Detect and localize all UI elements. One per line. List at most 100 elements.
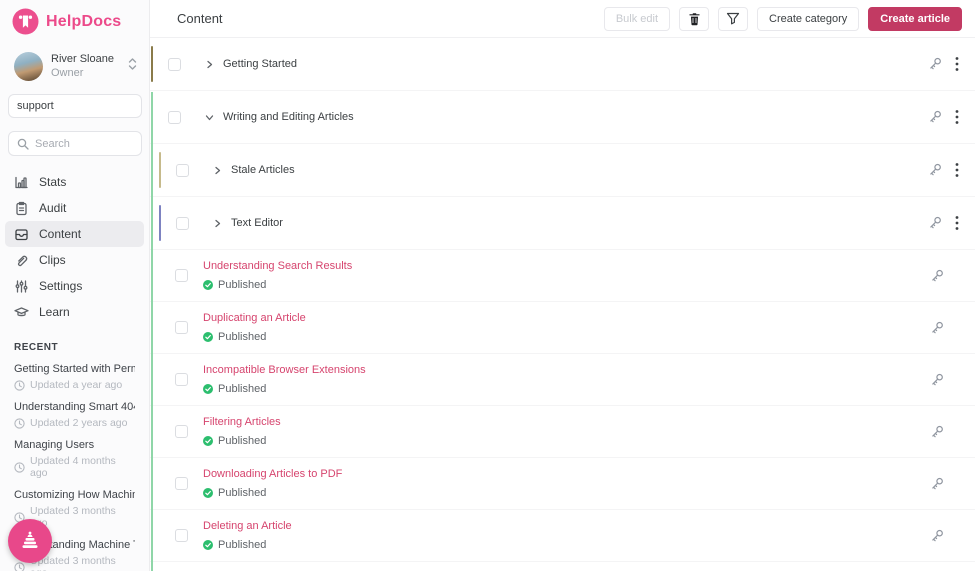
status-badge: Published — [203, 539, 292, 551]
row-checkbox[interactable] — [175, 529, 188, 542]
article-title-link[interactable]: Incompatible Browser Extensions — [203, 364, 366, 376]
row-checkbox[interactable] — [175, 269, 188, 282]
filter-button[interactable] — [718, 6, 749, 31]
sidebar-item-label: Audit — [39, 201, 67, 215]
article-row: Duplicating an Article Published — [150, 302, 975, 354]
kebab-menu-icon[interactable] — [955, 215, 959, 231]
sidebar-item-label: Clips — [39, 253, 66, 267]
key-icon[interactable] — [927, 56, 943, 72]
category-row: Writing and Editing Articles — [150, 91, 975, 144]
delete-button[interactable] — [679, 6, 710, 31]
check-circle-icon — [203, 540, 213, 550]
chevron-up-down-icon[interactable] — [128, 57, 137, 76]
recent-updated-text: Updated 2 years ago — [30, 417, 128, 429]
create-category-button[interactable]: Create category — [757, 6, 860, 31]
help-widget-button[interactable] — [8, 519, 52, 563]
check-circle-icon — [203, 332, 213, 342]
sidebar-item-settings[interactable]: Settings — [5, 273, 144, 299]
recent-article-title[interactable]: Getting Started with Permissi... — [14, 363, 135, 375]
status-badge: Published — [203, 279, 352, 291]
sidebar-item-learn[interactable]: Learn — [5, 299, 144, 325]
helpdocs-app: HelpDocs River Sloane Owner support Sear… — [0, 0, 975, 571]
clock-icon — [14, 417, 25, 429]
recent-updated-text: Updated a year ago — [30, 379, 123, 391]
status-text: Published — [218, 383, 267, 395]
row-checkbox[interactable] — [175, 425, 188, 438]
key-icon[interactable] — [927, 215, 943, 231]
article-title-link[interactable]: Duplicating an Article — [203, 312, 306, 324]
category-row: Text Editor — [150, 197, 975, 250]
chevron-down-icon[interactable] — [205, 113, 214, 122]
key-icon[interactable] — [927, 162, 943, 178]
key-icon[interactable] — [929, 424, 945, 440]
recent-item[interactable]: Understanding Smart 404 Pa... Updated 2 … — [0, 397, 149, 435]
check-circle-icon — [203, 384, 213, 394]
status-badge: Published — [203, 435, 281, 447]
chevron-right-icon[interactable] — [213, 166, 222, 175]
recent-article-title[interactable]: Understanding Smart 404 Pa... — [14, 401, 135, 413]
key-icon[interactable] — [929, 268, 945, 284]
status-text: Published — [218, 279, 267, 291]
kebab-menu-icon[interactable] — [955, 56, 959, 72]
paperclip-icon — [14, 253, 29, 268]
category-label[interactable]: Getting Started — [223, 58, 297, 70]
sidebar-item-stats[interactable]: Stats — [5, 169, 144, 195]
article-title-link[interactable]: Understanding Search Results — [203, 260, 352, 272]
sidebar-item-audit[interactable]: Audit — [5, 195, 144, 221]
key-icon[interactable] — [929, 528, 945, 544]
key-icon[interactable] — [929, 476, 945, 492]
status-text: Published — [218, 331, 267, 343]
recent-article-title[interactable]: Managing Users — [14, 439, 135, 451]
row-checkbox[interactable] — [176, 163, 189, 177]
sidebar-nav: Stats Audit Content Clips Settings Learn — [0, 169, 149, 325]
search-input[interactable] — [35, 137, 133, 150]
row-checkbox[interactable] — [168, 57, 181, 71]
sidebar-item-label: Learn — [39, 305, 70, 319]
sidebar-search[interactable] — [8, 131, 142, 156]
article-title-link[interactable]: Deleting an Article — [203, 520, 292, 532]
sidebar-item-clips[interactable]: Clips — [5, 247, 144, 273]
recent-item[interactable]: Getting Started with Permissi... Updated… — [0, 359, 149, 397]
recent-updated-text: Updated 3 months ago — [30, 555, 116, 571]
kebab-menu-icon[interactable] — [955, 109, 959, 125]
chevron-right-icon[interactable] — [213, 219, 222, 228]
category-label[interactable]: Text Editor — [231, 217, 283, 229]
category-label[interactable]: Writing and Editing Articles — [223, 111, 354, 123]
row-checkbox[interactable] — [168, 110, 181, 124]
bar-chart-icon — [14, 175, 29, 190]
article-row: Deleting an Article Published — [150, 510, 975, 562]
recent-item[interactable]: Managing Users Updated 4 months ago — [0, 435, 149, 485]
kebab-menu-icon[interactable] — [955, 162, 959, 178]
brand-logo: HelpDocs — [0, 0, 149, 35]
article-row: Incompatible Browser Extensions Publishe… — [150, 354, 975, 406]
category-label[interactable]: Stale Articles — [231, 164, 295, 176]
row-checkbox[interactable] — [176, 216, 189, 230]
article-row: Filtering Articles Published — [150, 406, 975, 458]
main-panel: Content Bulk edit Create category Create… — [150, 0, 975, 571]
key-icon[interactable] — [929, 372, 945, 388]
account-switcher[interactable]: River Sloane Owner — [14, 52, 137, 81]
clipboard-icon — [14, 201, 29, 216]
status-badge: Published — [203, 383, 366, 395]
row-checkbox[interactable] — [175, 321, 188, 334]
article-row: Downloading Articles to PDF Published — [150, 458, 975, 510]
article-title-link[interactable]: Downloading Articles to PDF — [203, 468, 342, 480]
key-icon[interactable] — [929, 320, 945, 336]
clock-icon — [14, 461, 25, 473]
row-checkbox[interactable] — [175, 477, 188, 490]
account-subdomain-input[interactable] — [8, 94, 142, 118]
graduation-cap-icon — [14, 305, 29, 320]
key-icon[interactable] — [927, 109, 943, 125]
create-article-button[interactable]: Create article — [868, 6, 962, 31]
recent-article-title[interactable]: Customizing How Machine Tr... — [14, 489, 135, 501]
chevron-right-icon[interactable] — [205, 60, 214, 69]
article-row: Understanding Search Results Published — [150, 250, 975, 302]
row-checkbox[interactable] — [175, 373, 188, 386]
article-title-link[interactable]: Filtering Articles — [203, 416, 281, 428]
sidebar: HelpDocs River Sloane Owner support Sear… — [0, 0, 150, 571]
archive-icon — [14, 227, 29, 242]
bulk-edit-button[interactable]: Bulk edit — [603, 6, 671, 31]
sidebar-item-label: Content — [39, 227, 82, 241]
expanded-category-branch-line — [151, 92, 153, 571]
sidebar-item-content[interactable]: Content — [5, 221, 144, 247]
